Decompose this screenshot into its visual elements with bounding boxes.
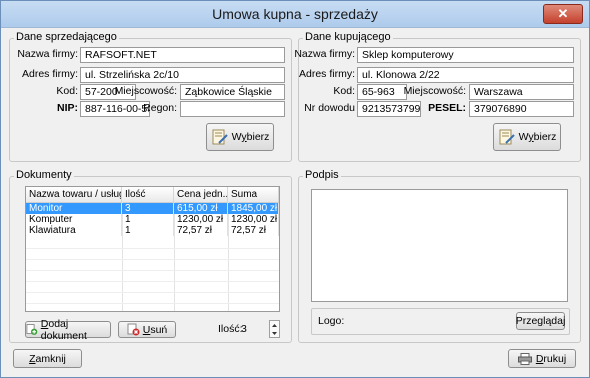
close-icon: ✕ (557, 6, 569, 21)
cell-qty: 1 (122, 225, 174, 236)
seller-city-field[interactable]: Ząbkowice Śląskie (180, 84, 285, 100)
signature-legend: Podpis (303, 169, 341, 181)
table-row[interactable]: Klawiatura 1 72,57 zł 72,57 zł (26, 225, 279, 236)
quantity-label: Ilość: (218, 323, 243, 335)
close-button[interactable]: Zamknij (13, 349, 82, 368)
print-button[interactable]: Drukuj (508, 349, 576, 368)
stepper-up-icon[interactable] (270, 322, 279, 329)
buyer-address-label: Adres firmy: (298, 68, 355, 80)
buyer-pesel-label: PESEL: (428, 102, 466, 114)
buyer-choose-label: Wybierz (518, 131, 557, 143)
buyer-id-label: Nr dowodu (304, 102, 355, 114)
buyer-group: Dane kupującego Nazwa firmy: Sklep kompu… (294, 31, 581, 162)
seller-company-label: Nazwa firmy: (17, 48, 78, 60)
table-header: Nazwa towaru / usługi Ilość Cena jedn...… (26, 187, 279, 203)
buyer-legend: Dane kupującego (303, 31, 393, 43)
table-row[interactable]: Komputer 1 1230,00 zł 1230,00 zł (26, 214, 279, 225)
column-header-price[interactable]: Cena jedn... (174, 187, 228, 202)
close-window-button[interactable]: ✕ (543, 4, 583, 24)
cell-price: 615,00 zł (174, 203, 228, 214)
buyer-company-field[interactable]: Sklep komputerowy (357, 47, 574, 63)
quantity-stepper[interactable] (269, 320, 280, 338)
cell-name: Komputer (26, 214, 122, 225)
buyer-id-field[interactable]: 9213573799 (357, 101, 421, 117)
seller-regon-field[interactable] (180, 101, 285, 117)
seller-nip-field[interactable]: 887-116-00-53 (80, 101, 150, 117)
cell-price: 1230,00 zł (174, 214, 228, 225)
add-document-label: Dodaj dokument (40, 317, 87, 342)
contract-pen-icon (499, 129, 515, 145)
documents-legend: Dokumenty (14, 169, 74, 181)
documents-table[interactable]: Nazwa towaru / usługi Ilość Cena jedn...… (25, 186, 280, 312)
add-document-button[interactable]: Dodaj dokument (25, 318, 111, 342)
title-bar[interactable]: Umowa kupna - sprzedaży ✕ (1, 1, 589, 28)
close-button-label: Zamknij (29, 352, 66, 365)
print-label: Drukuj (535, 352, 567, 365)
cell-qty: 1 (122, 214, 174, 225)
printer-icon (517, 352, 532, 365)
cell-sum: 1230,00 zł (228, 214, 279, 225)
buyer-pesel-field[interactable]: 379076890 (469, 101, 574, 117)
seller-choose-button[interactable]: Wybierz (206, 123, 274, 151)
buyer-city-field[interactable]: Warszawa (469, 84, 574, 100)
browse-button[interactable]: Przeglądaj (516, 312, 565, 330)
logo-label: Logo: (318, 315, 345, 327)
buyer-postcode-label: Kod: (333, 85, 355, 97)
seller-address-field[interactable]: ul. Strzelińska 2c/10 (80, 67, 285, 83)
seller-postcode-label: Kod: (56, 85, 78, 97)
contract-pen-icon (212, 129, 228, 145)
quantity-value: 3 (241, 323, 247, 335)
seller-legend: Dane sprzedającego (14, 31, 119, 43)
cell-name: Monitor (26, 203, 122, 214)
logo-panel: Logo: Przeglądaj (311, 308, 570, 335)
buyer-address-field[interactable]: ul. Klonowa 2/22 (357, 67, 574, 83)
main-window: Umowa kupna - sprzedaży ✕ Dane sprzedają… (0, 0, 590, 378)
buyer-choose-button[interactable]: Wybierz (493, 123, 561, 151)
cell-sum: 72,57 zł (228, 225, 279, 236)
seller-company-field[interactable]: RAFSOFT.NET (80, 47, 285, 63)
cell-sum: 1845,00 zł (228, 203, 279, 214)
documents-group: Dokumenty Nazwa towaru / usługi Ilość Ce… (9, 169, 292, 343)
table-row[interactable]: Monitor 3 615,00 zł 1845,00 zł (26, 203, 279, 214)
column-header-qty[interactable]: Ilość (122, 187, 174, 202)
seller-city-label: Miejscowość: (114, 85, 177, 97)
remove-button[interactable]: Usuń (118, 321, 176, 338)
remove-label: Usuń (142, 323, 168, 336)
column-header-name[interactable]: Nazwa towaru / usługi (26, 187, 122, 202)
buyer-company-label: Nazwa firmy: (294, 48, 355, 60)
cell-qty: 3 (122, 203, 174, 214)
add-document-icon (26, 324, 38, 335)
signature-canvas[interactable] (311, 189, 568, 302)
buyer-postcode-field[interactable]: 65-963 (357, 84, 407, 100)
column-header-sum[interactable]: Suma (228, 187, 279, 202)
remove-icon (127, 323, 140, 336)
signature-group: Podpis Logo: Przeglądaj (298, 169, 581, 343)
seller-address-label: Adres firmy: (21, 68, 78, 80)
seller-nip-label: NIP: (57, 102, 78, 114)
browse-label: Przeglądaj (515, 315, 566, 327)
stepper-down-icon[interactable] (270, 330, 279, 337)
cell-price: 72,57 zł (174, 225, 228, 236)
seller-group: Dane sprzedającego Nazwa firmy: RAFSOFT.… (9, 31, 292, 162)
buyer-city-label: Miejscowość: (403, 85, 466, 97)
seller-regon-label: Regon: (143, 102, 177, 114)
seller-choose-label: Wybierz (231, 131, 270, 143)
cell-name: Klawiatura (26, 225, 122, 236)
window-title: Umowa kupna - sprzedaży (212, 6, 378, 22)
